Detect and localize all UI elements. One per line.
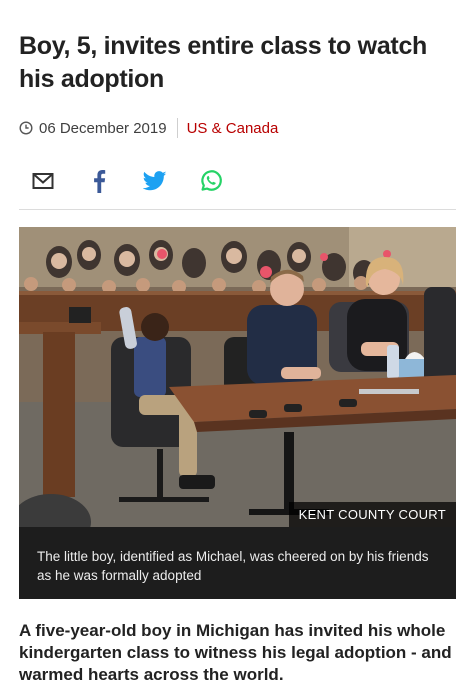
email-share-button[interactable] [30, 168, 56, 194]
courtroom-photo-illustration [19, 227, 456, 527]
twitter-share-button[interactable] [142, 168, 168, 194]
clock-icon [19, 121, 33, 135]
twitter-icon [143, 171, 167, 191]
article-date: 06 December 2019 [39, 119, 167, 137]
whatsapp-share-button[interactable] [198, 168, 224, 194]
share-bar [30, 168, 254, 194]
facebook-share-button[interactable] [86, 168, 112, 194]
image-copyright: KENT COUNTY COURT [288, 502, 456, 527]
image-caption-text: The little boy, identified as Michael, w… [37, 549, 429, 583]
article-photo: KENT COUNTY COURT [19, 227, 456, 527]
article-summary: A five-year-old boy in Michigan has invi… [19, 621, 452, 684]
facebook-icon [94, 170, 106, 193]
meta-divider [176, 118, 178, 138]
article-meta: 06 December 2019 US & Canada [19, 117, 278, 139]
whatsapp-icon [201, 170, 222, 191]
email-icon [32, 173, 54, 189]
section-divider [19, 209, 456, 210]
category-link[interactable]: US & Canada [187, 120, 279, 137]
article-headline: Boy, 5, invites entire class to watch hi… [19, 32, 428, 93]
image-caption: The little boy, identified as Michael, w… [19, 527, 456, 599]
